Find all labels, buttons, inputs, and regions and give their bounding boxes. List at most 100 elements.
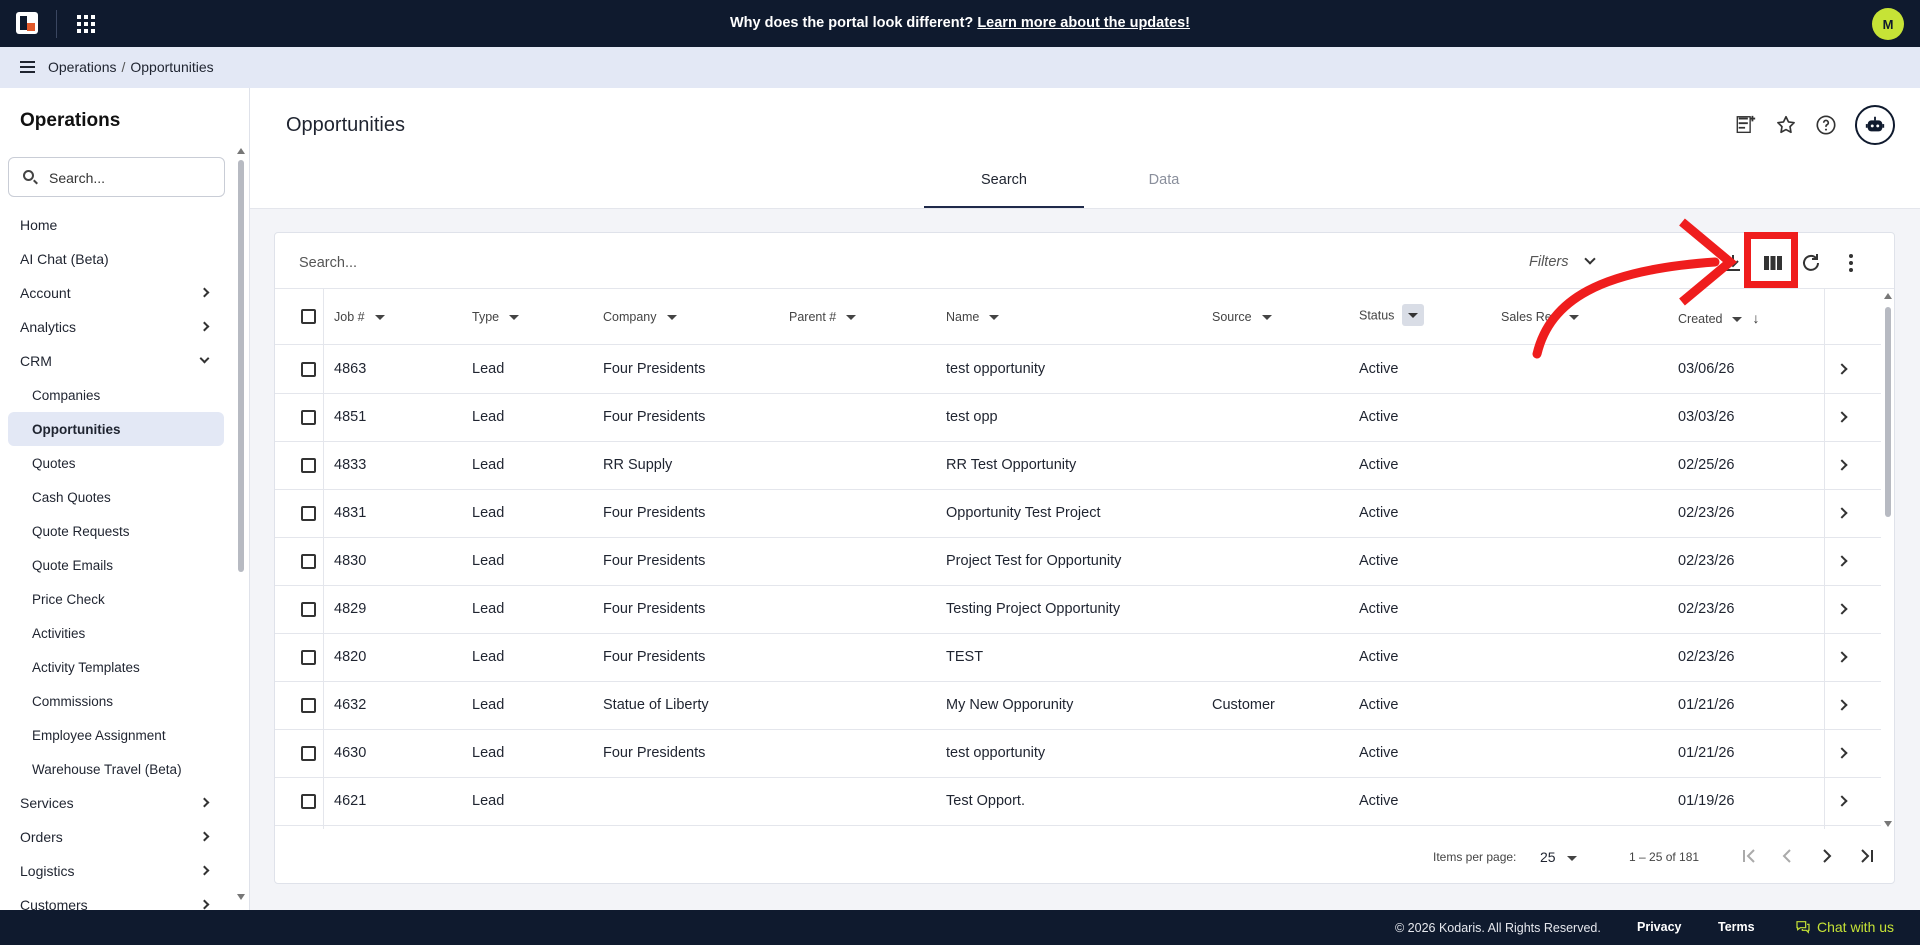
table-scrollbar[interactable] (1883, 293, 1893, 827)
scroll-up-arrow-icon[interactable] (1884, 293, 1892, 299)
column-header-job[interactable]: Job # (334, 310, 385, 324)
sidebar-item-employee-assignment[interactable]: Employee Assignment (0, 718, 236, 752)
chevron-right-icon[interactable] (1836, 555, 1848, 567)
row-checkbox[interactable] (301, 362, 316, 377)
privacy-link[interactable]: Privacy (1637, 920, 1681, 934)
column-header-sales-rep[interactable]: Sales Rep (1501, 310, 1579, 324)
column-header-name[interactable]: Name (946, 310, 1000, 324)
table-row[interactable]: 4632 Lead Statue of Liberty My New Opporuni… (275, 682, 1881, 730)
table-row[interactable]: 4831 Lead Four Presidents Opportunity Test … (275, 490, 1881, 538)
tab-search[interactable]: Search (924, 161, 1084, 208)
first-page-icon[interactable] (1737, 844, 1761, 868)
scroll-up-arrow-icon[interactable] (237, 148, 245, 154)
chevron-right-icon[interactable] (1836, 699, 1848, 711)
sidebar-item-companies[interactable]: Companies (0, 378, 236, 412)
last-page-icon[interactable] (1855, 844, 1879, 868)
scroll-down-arrow-icon[interactable] (237, 894, 245, 900)
sidebar-scrollbar[interactable] (236, 148, 246, 900)
table-row[interactable]: 4851 Lead Four Presidents test opp Active 03/… (275, 394, 1881, 442)
row-checkbox[interactable] (301, 410, 316, 425)
chevron-right-icon[interactable] (1836, 411, 1848, 423)
table-row[interactable]: 4830 Lead Four Presidents Project Test for … (275, 538, 1881, 586)
next-page-icon[interactable] (1815, 844, 1839, 868)
chevron-right-icon[interactable] (1836, 507, 1848, 519)
row-checkbox[interactable] (301, 698, 316, 713)
sidebar-item-services[interactable]: Services (0, 786, 236, 820)
sidebar-item-cash-quotes[interactable]: Cash Quotes (0, 480, 236, 514)
sidebar-item-ai-chat-beta[interactable]: AI Chat (Beta) (0, 242, 236, 276)
sidebar-item-opportunities[interactable]: Opportunities (8, 412, 224, 446)
chevron-right-icon[interactable] (1836, 459, 1848, 471)
collapse-icon[interactable] (1675, 251, 1699, 275)
chevron-right-icon[interactable] (1836, 363, 1848, 375)
sidebar-item-home[interactable]: Home (0, 208, 236, 242)
sidebar-item-price-check[interactable]: Price Check (0, 582, 236, 616)
sidebar-item-warehouse-travel-beta[interactable]: Warehouse Travel (Beta) (0, 752, 236, 786)
row-checkbox[interactable] (301, 650, 316, 665)
chevron-right-icon[interactable] (1836, 747, 1848, 759)
ai-assistant-bot-icon[interactable] (1855, 105, 1895, 145)
help-icon[interactable] (1815, 114, 1837, 136)
filters-button[interactable]: Filters (1529, 254, 1568, 270)
page-range-label: 1 – 25 of 181 (1629, 850, 1700, 864)
select-all-checkbox[interactable] (301, 309, 316, 324)
sidebar-item-quote-requests[interactable]: Quote Requests (0, 514, 236, 548)
column-header-status[interactable]: Status (1359, 304, 1425, 327)
add-note-icon[interactable] (1735, 114, 1757, 136)
terms-link[interactable]: Terms (1718, 920, 1755, 934)
breadcrumb-operations[interactable]: Operations (48, 59, 116, 75)
chevron-right-icon[interactable] (1836, 651, 1848, 663)
row-checkbox[interactable] (301, 794, 316, 809)
sidebar-search-input[interactable] (49, 167, 209, 189)
sidebar-item-orders[interactable]: Orders (0, 820, 236, 854)
favorite-star-icon[interactable] (1775, 114, 1797, 136)
more-options-icon[interactable] (1839, 251, 1863, 275)
columns-icon[interactable] (1761, 251, 1785, 275)
row-checkbox[interactable] (301, 746, 316, 761)
table-row[interactable]: 4829 Lead Four Presidents Testing Project O… (275, 586, 1881, 634)
chat-with-us-button[interactable]: Chat with us (1795, 919, 1894, 935)
sidebar-item-quotes[interactable]: Quotes (0, 446, 236, 480)
sidebar-item-customers[interactable]: Customers (0, 888, 236, 910)
user-avatar[interactable]: M (1872, 8, 1904, 40)
row-checkbox[interactable] (301, 602, 316, 617)
banner-learn-more-link[interactable]: Learn more about the updates! (977, 15, 1190, 31)
chevron-right-icon[interactable] (1836, 795, 1848, 807)
download-icon[interactable] (1721, 251, 1745, 275)
sidebar-item-logistics[interactable]: Logistics (0, 854, 236, 888)
sidebar-item-crm[interactable]: CRM (0, 344, 236, 378)
tab-data[interactable]: Data (1084, 161, 1244, 208)
table-row[interactable]: 4621 Lead Test Opport. Active 01/19/26 (275, 778, 1881, 826)
column-header-created[interactable]: Created ↓ (1678, 310, 1759, 326)
refresh-icon[interactable] (1799, 251, 1823, 275)
page-size-select[interactable]: 25 (1540, 849, 1556, 865)
row-checkbox[interactable] (301, 554, 316, 569)
sidebar-item-quote-emails[interactable]: Quote Emails (0, 548, 236, 582)
scroll-thumb[interactable] (238, 160, 244, 572)
sidebar-item-activities[interactable]: Activities (0, 616, 236, 650)
sidebar-search[interactable] (8, 157, 225, 197)
table-row[interactable]: 4863 Lead Four Presidents test opportunity A… (275, 346, 1881, 394)
sidebar-item-label: Services (20, 795, 74, 811)
column-header-company[interactable]: Company (603, 310, 677, 324)
chevron-down-icon[interactable] (1584, 253, 1596, 265)
scroll-down-arrow-icon[interactable] (1884, 821, 1892, 827)
sidebar-item-commissions[interactable]: Commissions (0, 684, 236, 718)
column-header-type[interactable]: Type (472, 310, 520, 324)
sidebar-item-account[interactable]: Account (0, 276, 236, 310)
menu-hamburger-icon[interactable] (20, 61, 35, 73)
table-row[interactable]: 4833 Lead RR Supply RR Test Opportunity Acti… (275, 442, 1881, 490)
table-row[interactable]: 4820 Lead Four Presidents TEST Active 02/23/2… (275, 634, 1881, 682)
table-row[interactable]: 4630 Lead Four Presidents test opportunity A… (275, 730, 1881, 778)
page-size-caret-icon[interactable] (1567, 856, 1577, 861)
sidebar-item-analytics[interactable]: Analytics (0, 310, 236, 344)
previous-page-icon[interactable] (1775, 844, 1799, 868)
row-checkbox[interactable] (301, 458, 316, 473)
column-header-parent[interactable]: Parent # (789, 310, 857, 324)
column-header-source[interactable]: Source (1212, 310, 1272, 324)
chevron-right-icon[interactable] (1836, 603, 1848, 615)
scroll-thumb[interactable] (1885, 307, 1891, 517)
table-search-input[interactable] (299, 255, 899, 271)
row-checkbox[interactable] (301, 506, 316, 521)
sidebar-item-activity-templates[interactable]: Activity Templates (0, 650, 236, 684)
